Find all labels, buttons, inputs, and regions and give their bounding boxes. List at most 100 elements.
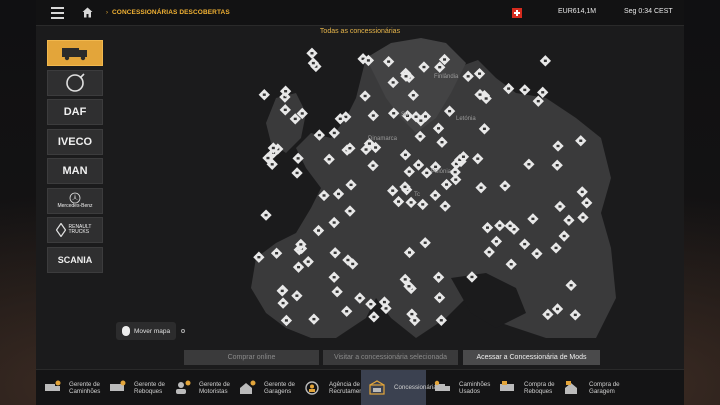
dealer-marker-truck-icon	[418, 135, 422, 138]
dealer-marker-truck-icon	[573, 313, 577, 317]
dealer-marker-truck-icon	[295, 294, 299, 297]
dealer-marker-truck-icon	[454, 178, 458, 181]
dealer-marker-truck-icon	[280, 289, 284, 293]
dealer-marker-truck-icon	[470, 275, 474, 279]
tab-buy-garage[interactable]: Compra de Garagem	[556, 370, 621, 405]
dealer-marker-truck-icon	[270, 163, 274, 166]
used-trucks-icon	[433, 380, 453, 396]
menu-icon[interactable]	[44, 0, 70, 26]
buy-online-button[interactable]: Comprar online	[184, 350, 319, 365]
dealer-marker-truck-icon	[535, 252, 539, 255]
dealer-marker-truck-icon	[531, 217, 535, 221]
dealer-marker-truck-icon	[585, 201, 589, 205]
europe-map[interactable]: Finlândia Su Letónia Dinamarca Polónia T…	[216, 38, 618, 344]
tab-trailer-manager[interactable]: Gerente de Reboques	[101, 370, 166, 405]
dealer-marker-truck-icon	[425, 171, 429, 175]
dealer-marker-truck-icon	[508, 224, 512, 228]
dealer-marker-truck-icon	[392, 112, 396, 115]
dealer-marker-truck-icon	[407, 251, 411, 254]
tab-label: Compra de Garagem	[589, 380, 620, 395]
dealer-marker-truck-icon	[417, 163, 421, 167]
dealer-marker-truck-icon	[509, 263, 513, 266]
dealer-marker-truck-icon	[433, 194, 437, 197]
dealer-marker-truck-icon	[554, 246, 558, 250]
dealer-marker-truck-icon	[453, 170, 457, 174]
dealer-marker-truck-icon	[306, 260, 310, 263]
dealer-marker-truck-icon	[403, 278, 407, 281]
brand-renault[interactable]: RENAULT TRUCKS	[47, 217, 103, 243]
tab-label: Gerente de Motoristas	[199, 380, 230, 395]
truck-gear-icon	[43, 380, 63, 396]
dealer-marker-truck-icon	[419, 119, 423, 122]
dealer-marker-truck-icon	[498, 224, 502, 227]
dealer-marker-truck-icon	[317, 229, 321, 232]
dealer-marker-truck-icon	[369, 302, 373, 306]
dealer-marker-truck-icon	[507, 87, 511, 90]
brand-mercedes[interactable]: Mercedes-Benz	[47, 187, 103, 214]
tab-truck-manager[interactable]: Gerente de Caminhões	[36, 370, 101, 405]
dealer-marker-truck-icon	[371, 114, 375, 117]
dealer-marker-truck-icon	[434, 165, 438, 169]
money-display: EUR614,1M	[558, 8, 597, 15]
brand-iveco[interactable]: IVECO	[47, 128, 103, 155]
dealer-marker-truck-icon	[322, 194, 326, 197]
dealer-marker-truck-icon	[281, 301, 285, 305]
brand-scania[interactable]: SCANIA	[47, 246, 103, 273]
dealer-marker-truck-icon	[332, 221, 336, 224]
tab-label: Gerente de Caminhões	[69, 380, 101, 395]
map-label-finland: Finlândia	[434, 74, 459, 80]
dealer-marker-truck-icon	[410, 312, 414, 316]
dealer-marker-truck-icon	[440, 141, 444, 144]
dealer-marker-truck-icon	[262, 93, 266, 96]
visit-dealer-button[interactable]: Visitar a concessionária selecionada	[323, 350, 458, 365]
dealer-marker-truck-icon	[397, 200, 401, 203]
mods-dealer-button[interactable]: Acessar a Concessionária de Mods	[463, 350, 600, 365]
dealer-marker-truck-icon	[580, 190, 584, 194]
brand-daf[interactable]: DAF	[47, 99, 103, 125]
dealer-marker-truck-icon	[358, 296, 362, 300]
dealer-marker-truck-icon	[461, 155, 465, 158]
dealer-marker-truck-icon	[371, 164, 375, 167]
dealer-marker-truck-icon	[407, 170, 411, 173]
dealer-marker-truck-icon	[443, 58, 447, 61]
tab-driver-manager[interactable]: Gerente de Motoristas	[166, 370, 231, 405]
dealer-marker-truck-icon	[333, 251, 337, 254]
dealer-marker-truck-icon	[300, 112, 304, 115]
tab-garage-manager[interactable]: Gerente de Garagens	[231, 370, 296, 405]
dealer-marker-truck-icon	[335, 290, 339, 293]
tab-recruitment[interactable]: Agência de Recrutamento	[296, 370, 368, 405]
map-label-tc: Tc	[414, 192, 420, 198]
home-icon[interactable]	[74, 0, 100, 26]
dealer-marker-truck-icon	[351, 262, 355, 266]
dealer-marker-truck-icon	[332, 131, 336, 135]
dealer-marker-truck-icon	[264, 213, 268, 217]
dealer-marker-truck-icon	[581, 216, 585, 219]
dealer-marker-truck-icon	[348, 147, 352, 150]
dealer-marker-truck-icon	[297, 265, 301, 269]
dealer-marker-truck-icon	[523, 88, 527, 92]
dealer-marker-truck-icon	[317, 133, 321, 137]
brand-volvo[interactable]	[47, 69, 103, 96]
move-map-label: Mover mapa	[134, 327, 171, 335]
tab-buy-trailer[interactable]: Compra de Reboques	[491, 370, 556, 405]
renault-logo-icon	[55, 223, 66, 237]
dealer-marker-truck-icon	[374, 146, 378, 149]
dealer-marker-truck-icon	[391, 81, 395, 84]
brand-all-trucks[interactable]	[47, 40, 103, 66]
dealer-marker-truck-icon	[448, 109, 452, 113]
dealer-marker-truck-icon	[439, 319, 443, 322]
move-map-hint: Mover mapa	[116, 322, 177, 340]
brand-man[interactable]: MAN	[47, 158, 103, 184]
map-title: Todas as concessionárias	[319, 28, 401, 35]
dealer-marker-truck-icon	[558, 205, 562, 208]
bottom-nav: Gerente de Caminhões Gerente de Reboques…	[36, 369, 684, 405]
tab-used-trucks[interactable]: Caminhões Usados	[426, 370, 491, 405]
dealer-marker-truck-icon	[403, 153, 407, 157]
dealer-marker-truck-icon	[266, 156, 270, 160]
buy-trailer-icon	[498, 380, 518, 396]
dealer-marker-truck-icon	[403, 185, 407, 189]
dealer-marker-truck-icon	[348, 209, 352, 213]
tab-dealers[interactable]: Concessionárias	[361, 370, 440, 405]
top-bar: › CONCESSIONÁRIAS DESCOBERTAS EUR614,1M …	[36, 0, 684, 26]
dealer-marker-truck-icon	[337, 192, 341, 196]
